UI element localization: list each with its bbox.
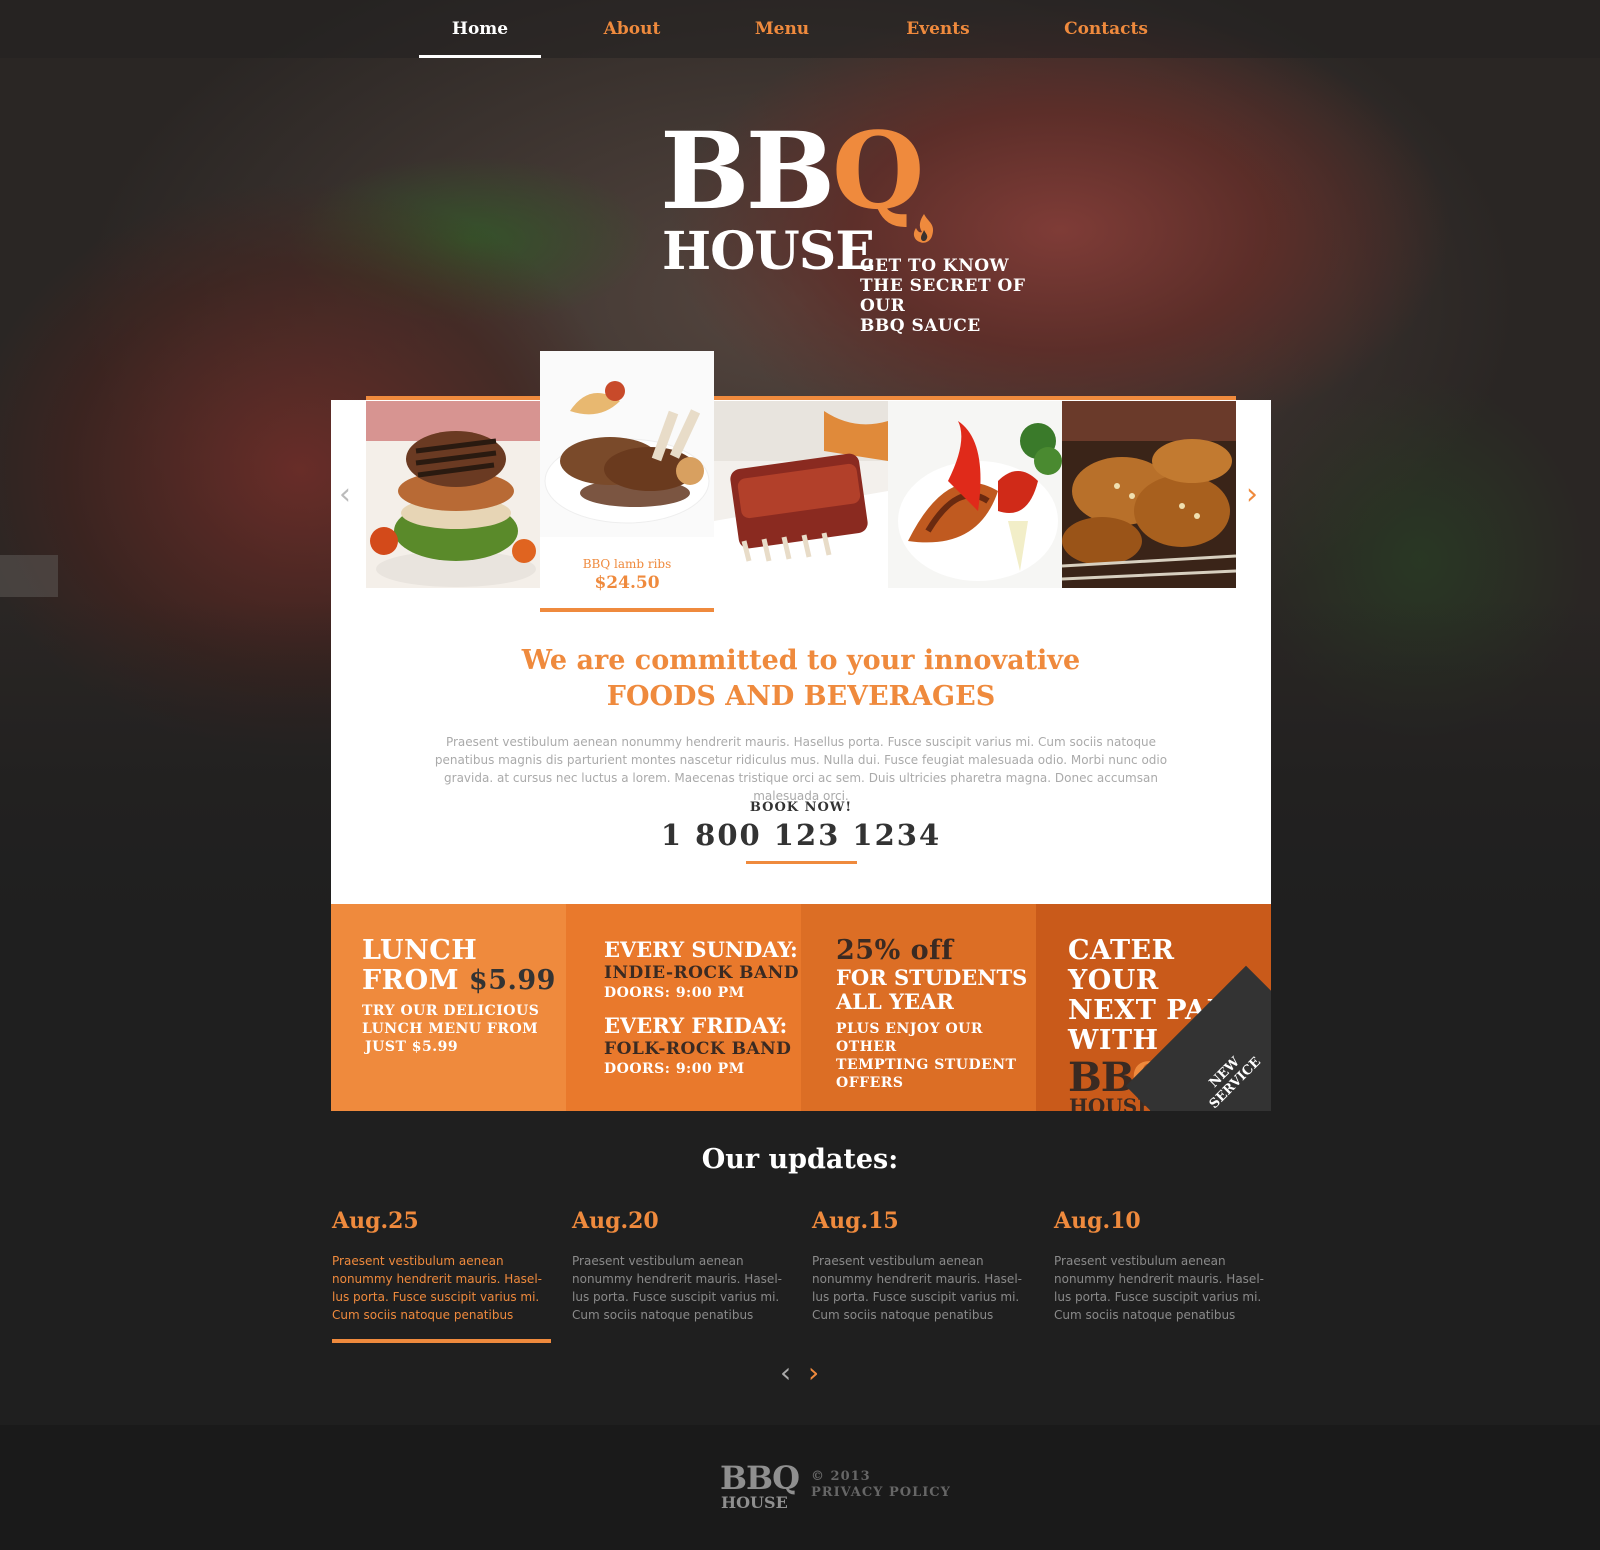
promo-cater[interactable]: CATER YOUR NEXT PARTY WITH BB Q HOUSE NE… xyxy=(1036,904,1271,1111)
lunch-sub-2: LUNCH MENU FROM xyxy=(362,1021,539,1037)
events-heading-1: EVERY SUNDAY: xyxy=(604,937,798,962)
update-date: Aug.15 xyxy=(812,1208,899,1234)
site-logo[interactable]: BB Q HOUSE GET TO KNOW THE SECRET OF OUR… xyxy=(660,108,1060,337)
nav-menu[interactable]: Menu xyxy=(722,0,842,58)
update-text: Praesent vestibulum aenean nonummy hendr… xyxy=(1054,1254,1264,1322)
logo-tagline: GET TO KNOW THE SECRET OF OUR BBQ SAUCE xyxy=(860,256,1070,336)
logo-house: HOUSE xyxy=(662,221,875,282)
flame-icon xyxy=(913,214,934,243)
updates-prev-arrow-icon[interactable]: ‹ xyxy=(780,1358,791,1388)
footer-meta: © 2013 PRIVACY POLICY xyxy=(811,1469,951,1501)
gallery-caption: BBQ lamb ribs $24.50 xyxy=(540,537,714,611)
promo-students[interactable]: 25% off FOR STUDENTS ALL YEAR PLUS ENJOY… xyxy=(801,904,1036,1111)
update-item[interactable]: Aug.15 Praesent vestibulum aenean nonumm… xyxy=(812,1206,1032,1324)
students-sub-3: OFFERS xyxy=(836,1075,904,1091)
gallery-thumb-3[interactable] xyxy=(714,401,888,588)
students-line-2: ALL YEAR xyxy=(836,989,954,1014)
top-nav: Home About Menu Events Contacts xyxy=(0,0,1600,58)
footer-logo-bbq[interactable]: BBQ xyxy=(720,1462,800,1494)
logo-q: Q xyxy=(832,108,925,233)
update-date: Aug.25 xyxy=(332,1208,419,1234)
students-line-1: FOR STUDENTS xyxy=(836,965,1028,990)
students-sub-2: TEMPTING STUDENT xyxy=(836,1057,1017,1073)
gallery-next-arrow-icon[interactable]: › xyxy=(1246,480,1258,510)
footer xyxy=(0,1425,1600,1550)
lunch-sub-1: TRY OUR DELICIOUS xyxy=(362,1003,540,1019)
phone-number[interactable]: 1 800 123 1234 xyxy=(331,818,1271,852)
update-text: Praesent vestibulum aenean nonummy hendr… xyxy=(812,1254,1022,1322)
nav-active-indicator xyxy=(419,55,541,58)
caption-bar xyxy=(540,608,714,612)
logo-tagline-1: GET TO KNOW xyxy=(860,256,1010,276)
promo-events[interactable]: EVERY SUNDAY: INDIE-ROCK BAND DOORS: 9:0… xyxy=(566,904,801,1111)
gallery-thumb-4[interactable] xyxy=(888,401,1062,588)
gallery-thumb-2[interactable] xyxy=(540,351,714,537)
events-band-1: INDIE-ROCK BAND xyxy=(604,963,800,983)
footer-copyright: © 2013 xyxy=(811,1469,871,1484)
caption-price: $24.50 xyxy=(594,573,660,593)
caption-name: BBQ lamb ribs xyxy=(582,557,672,571)
students-discount: 25% off xyxy=(836,935,954,966)
headline-line-2: FOODS AND BEVERAGES xyxy=(606,681,996,712)
events-heading-2: EVERY FRIDAY: xyxy=(604,1013,788,1038)
lunch-line-1: LUNCH xyxy=(362,935,478,966)
intro-headline: We are committed to your innovative FOOD… xyxy=(331,643,1271,715)
intro-text: Praesent vestibulum aenean nonummy hendr… xyxy=(434,735,1168,803)
footer-logo-house: HOUSE xyxy=(721,1493,788,1512)
update-item[interactable]: Aug.25 Praesent vestibulum aenean nonumm… xyxy=(332,1206,552,1324)
update-text: Praesent vestibulum aenean nonummy hendr… xyxy=(572,1254,782,1322)
update-active-bar xyxy=(332,1339,551,1343)
promo-lunch[interactable]: LUNCH FROM $5.99 TRY OUR DELICIOUS LUNCH… xyxy=(331,904,566,1111)
events-doors-1: DOORS: 9:00 PM xyxy=(604,985,745,1001)
students-sub-1: PLUS ENJOY OUR OTHER xyxy=(836,1021,983,1055)
nav-events[interactable]: Events xyxy=(878,0,998,58)
lunch-sub-3: JUST $5.99 xyxy=(365,1039,459,1055)
gallery-thumb-5[interactable] xyxy=(1062,401,1236,588)
gallery-thumb-1[interactable] xyxy=(366,401,540,588)
footer-privacy-link[interactable]: PRIVACY POLICY xyxy=(811,1485,951,1501)
gallery-prev-arrow-icon[interactable]: ‹ xyxy=(339,480,351,510)
nav-about[interactable]: About xyxy=(572,0,692,58)
update-date: Aug.10 xyxy=(1054,1208,1141,1234)
events-doors-2: DOORS: 9:00 PM xyxy=(604,1061,745,1077)
book-now-label: BOOK NOW! xyxy=(749,800,853,815)
update-item[interactable]: Aug.10 Praesent vestibulum aenean nonumm… xyxy=(1054,1206,1274,1324)
updates-title: Our updates: xyxy=(701,1144,899,1175)
update-date: Aug.20 xyxy=(572,1208,659,1234)
updates-next-arrow-icon[interactable]: › xyxy=(808,1358,819,1388)
nav-home[interactable]: Home xyxy=(419,0,541,58)
side-tab[interactable] xyxy=(0,555,58,597)
headline-line-1: We are committed to your innovative xyxy=(521,645,1081,676)
nav-contacts[interactable]: Contacts xyxy=(1046,0,1166,58)
phone-underline xyxy=(746,861,857,864)
update-item[interactable]: Aug.20 Praesent vestibulum aenean nonumm… xyxy=(572,1206,792,1324)
gallery-top-line xyxy=(366,396,1236,400)
update-text: Praesent vestibulum aenean nonummy hendr… xyxy=(332,1254,542,1322)
logo-tagline-2: THE SECRET OF OUR xyxy=(860,276,1026,316)
lunch-line-2: FROM $5.99 xyxy=(362,965,556,996)
logo-bb: BB xyxy=(660,108,835,233)
events-band-2: FOLK-ROCK BAND xyxy=(604,1039,792,1059)
logo-tagline-3: BBQ SAUCE xyxy=(860,316,981,336)
